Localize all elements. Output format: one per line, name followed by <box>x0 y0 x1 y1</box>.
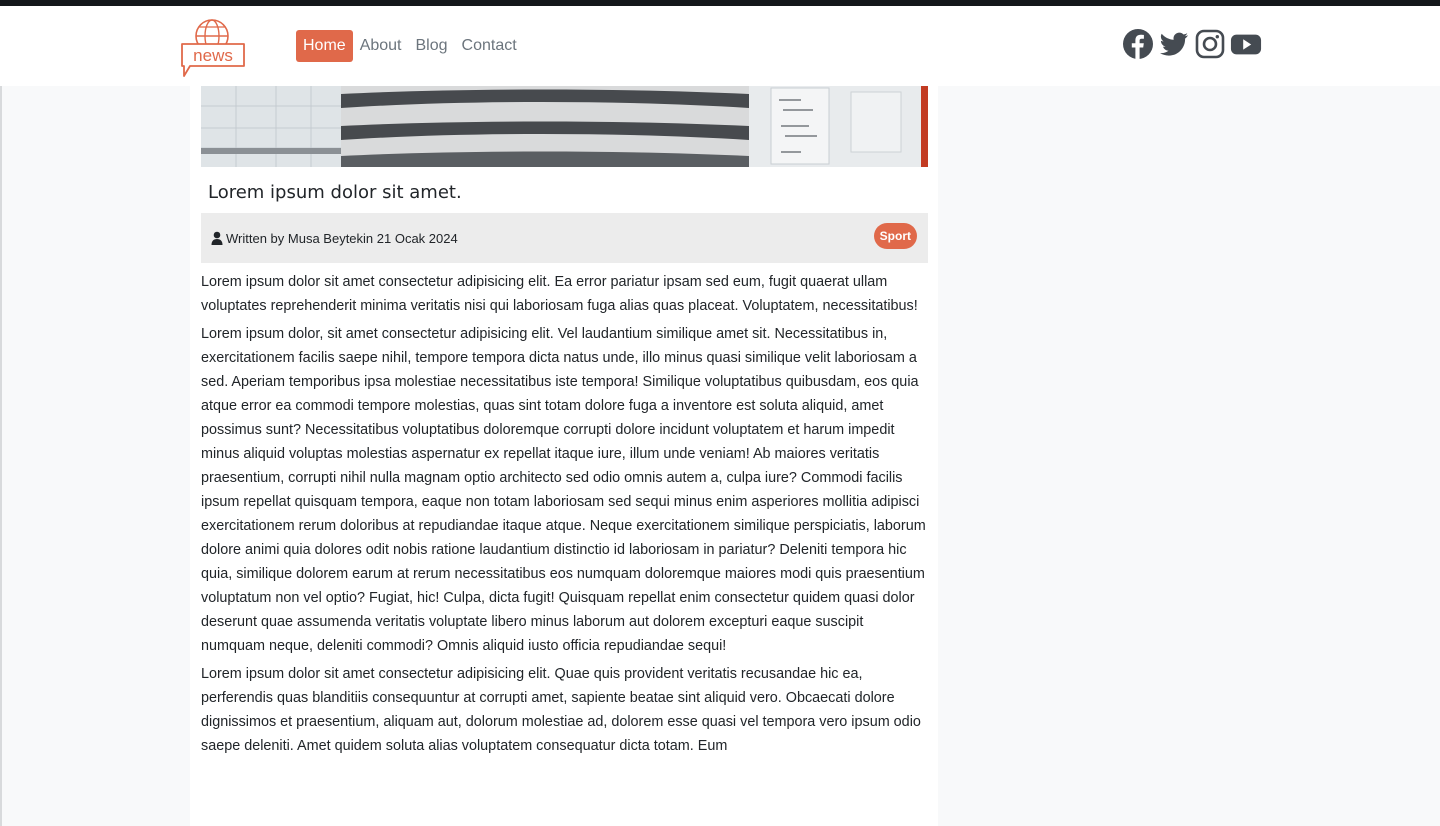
nav-links: Home About Blog Contact <box>296 30 524 62</box>
article-meta-bar: Written by Musa Beytekin 21 Ocak 2024 Sp… <box>201 213 928 263</box>
article-paragraph-3: Lorem ipsum dolor sit amet consectetur a… <box>201 666 921 754</box>
youtube-icon[interactable] <box>1230 28 1262 60</box>
navbar: news Home About Blog Contact <box>0 6 1440 86</box>
article-title: Lorem ipsum dolor sit amet. <box>208 182 462 203</box>
category-badge[interactable]: Sport <box>873 223 917 249</box>
article-paragraph-2: Lorem ipsum dolor, sit amet consectetur … <box>201 326 926 654</box>
article-hero-image <box>201 86 928 167</box>
nav-link-contact[interactable]: Contact <box>455 30 524 62</box>
nav-link-home[interactable]: Home <box>296 30 353 62</box>
instagram-icon[interactable] <box>1194 28 1226 60</box>
social-links <box>1122 28 1262 60</box>
article-paragraph-1: Lorem ipsum dolor sit amet consectetur a… <box>201 274 918 314</box>
nav-link-blog[interactable]: Blog <box>409 30 455 62</box>
article-body: Lorem ipsum dolor sit amet consectetur a… <box>201 270 928 762</box>
logo-text: news <box>193 46 233 65</box>
user-icon <box>211 231 223 245</box>
window-left-edge <box>0 6 2 826</box>
twitter-icon[interactable] <box>1158 28 1190 60</box>
nav-link-about[interactable]: About <box>353 30 409 62</box>
article-author: Written by Musa Beytekin 21 Ocak 2024 <box>211 231 458 246</box>
facebook-icon[interactable] <box>1122 28 1154 60</box>
author-date-text: Written by Musa Beytekin 21 Ocak 2024 <box>226 230 458 246</box>
news-logo[interactable]: news <box>178 14 250 80</box>
article-card: Lorem ipsum dolor sit amet. Written by M… <box>190 86 938 826</box>
